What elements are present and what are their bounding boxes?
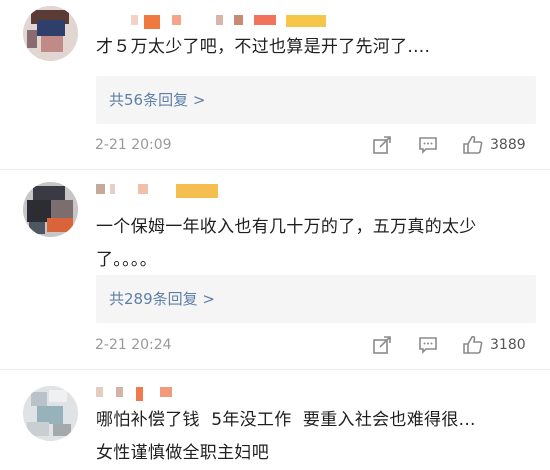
username-pixelated[interactable] — [96, 184, 296, 206]
comment-icon[interactable] — [418, 335, 438, 355]
timestamp: 2-21 20:24 — [95, 337, 172, 353]
like-count: 3180 — [490, 337, 526, 353]
comment-item-2: 一个保姆一年收入也有几十万的了，五万真的太少了。。。。 共289条回复 > 2-… — [0, 170, 550, 370]
avatar[interactable] — [23, 182, 78, 237]
comment-text: 哪怕补偿了钱 5年没工作 要重入社会也难得很... 女性谨慎做全职主妇吧 — [96, 410, 476, 463]
view-replies-button[interactable]: 共289条回复 > — [96, 275, 536, 323]
share-icon[interactable] — [372, 335, 392, 355]
comment-item-3: 哪怕补偿了钱 5年没工作 要重入社会也难得很... 女性谨慎做全职主妇吧 — [0, 370, 550, 467]
thumbs-up-icon[interactable] — [462, 135, 484, 155]
comment-text: 一个保姆一年收入也有几十万的了，五万真的太少了。。。。 — [96, 217, 477, 270]
comment-text: 才５万太少了吧，不过也算是开了先河了.... — [96, 37, 431, 57]
avatar[interactable] — [23, 386, 78, 441]
replies-label: 共289条回复 > — [109, 290, 215, 308]
replies-label: 共56条回复 > — [109, 91, 206, 109]
avatar[interactable] — [23, 6, 78, 61]
view-replies-button[interactable]: 共56条回复 > — [96, 76, 536, 124]
timestamp: 2-21 20:09 — [95, 137, 172, 153]
like-count: 3889 — [490, 137, 526, 153]
thumbs-up-icon[interactable] — [462, 335, 484, 355]
comment-meta: 2-21 20:24 3180 — [0, 330, 550, 360]
comment-meta: 2-21 20:09 3889 — [0, 130, 550, 160]
comment-icon[interactable] — [418, 135, 438, 155]
comment-item-1: 才５万太少了吧，不过也算是开了先河了.... 共56条回复 > 2-21 20:… — [0, 0, 550, 170]
share-icon[interactable] — [372, 135, 392, 155]
